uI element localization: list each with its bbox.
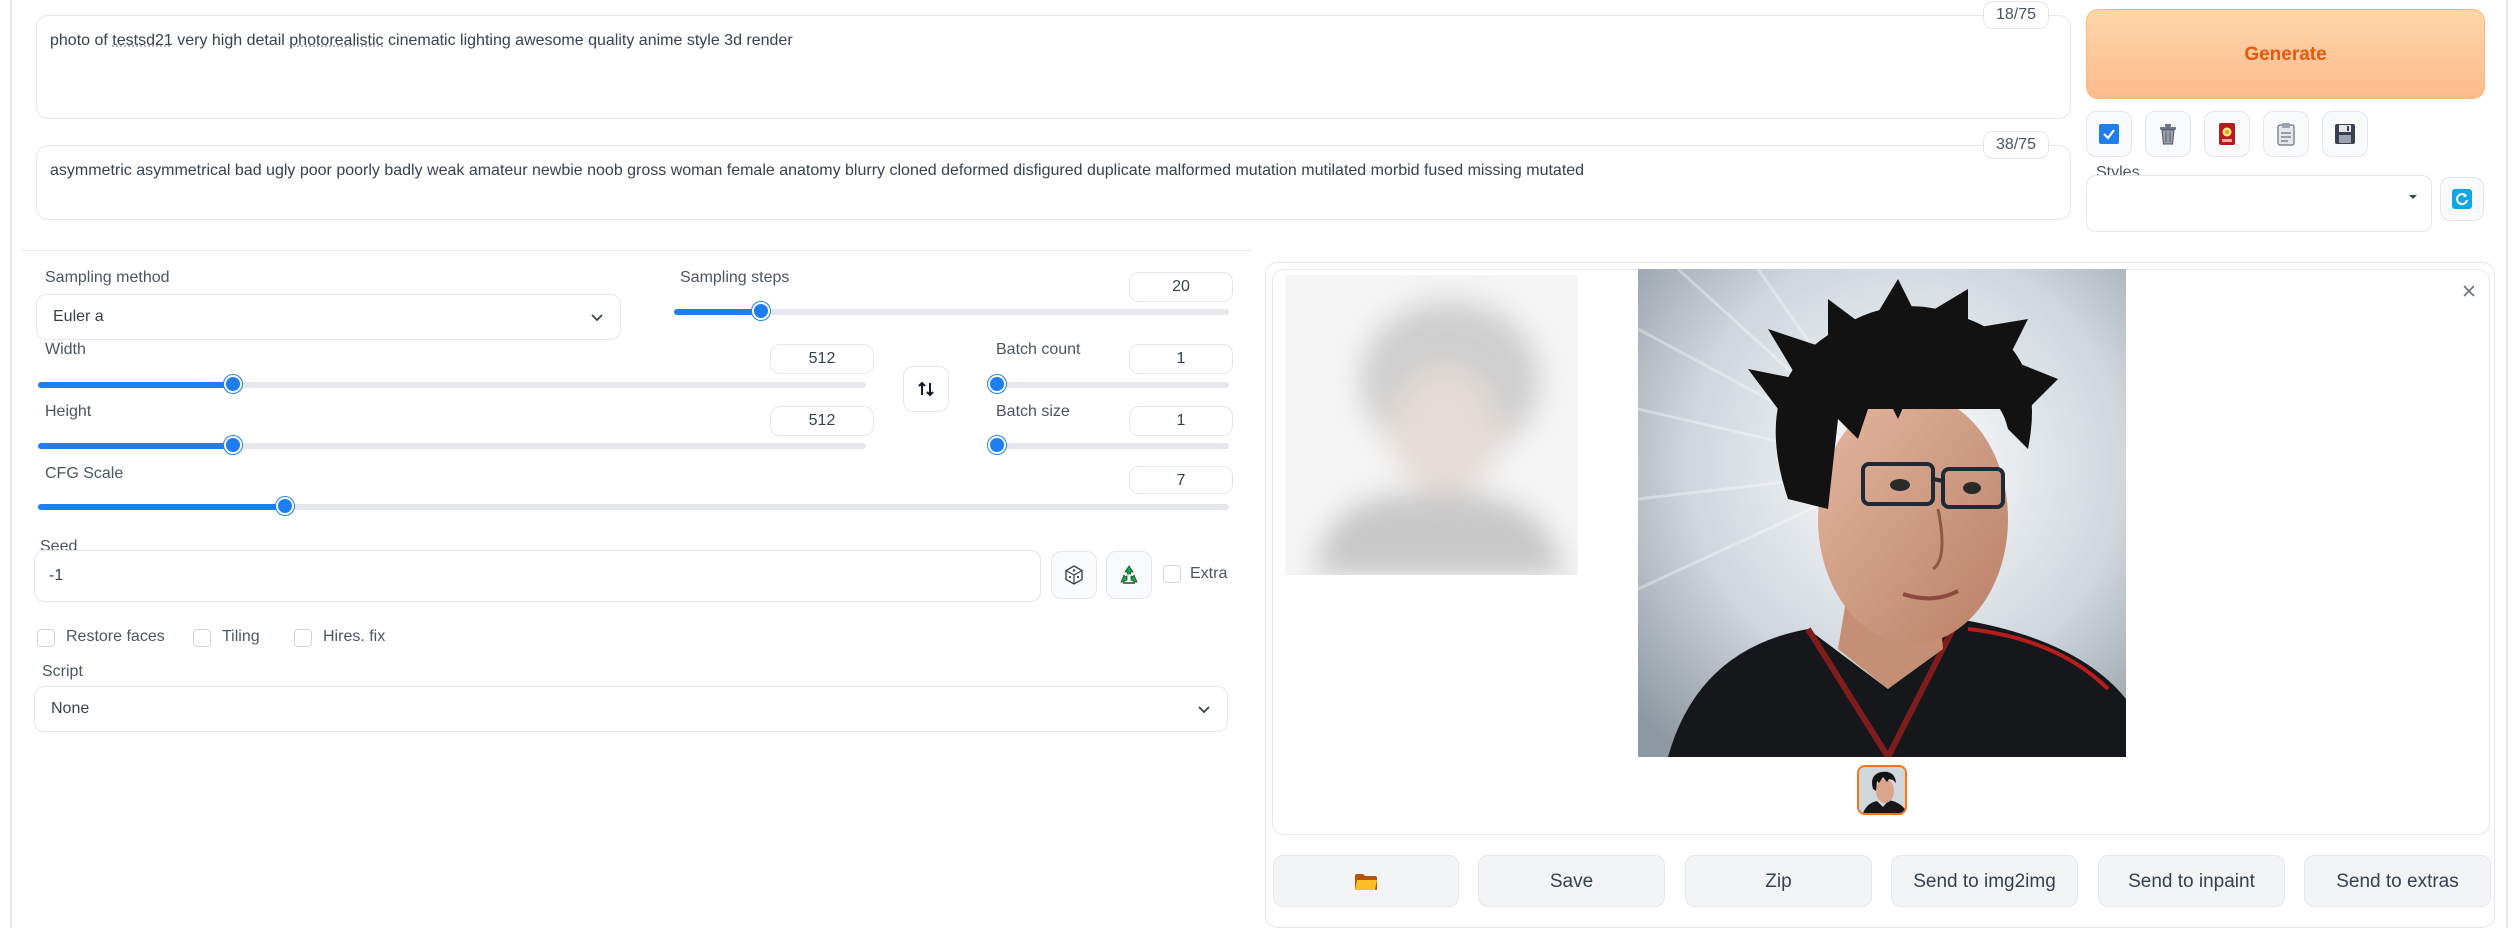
seed-extra-label: Extra — [1190, 565, 1228, 582]
script-dropdown[interactable]: None — [34, 686, 1228, 732]
restore-faces-label: Restore faces — [66, 628, 165, 645]
sampling-method-value: Euler a — [53, 308, 104, 325]
close-icon — [2463, 285, 2475, 297]
slider-thumb[interactable] — [223, 375, 242, 393]
swap-arrows-icon — [918, 381, 934, 397]
chevron-down-icon — [2409, 195, 2417, 199]
chevron-down-icon — [591, 314, 603, 322]
refresh-icon — [2452, 189, 2472, 209]
sampling-steps-label: Sampling steps — [680, 269, 790, 286]
height-label: Height — [45, 403, 92, 420]
width-input[interactable]: 512 — [770, 344, 874, 374]
dice-icon — [1065, 565, 1083, 585]
close-image-button[interactable] — [2461, 283, 2477, 299]
slider-fill — [38, 504, 285, 510]
prompt-token-counter: 18/75 — [1983, 1, 2049, 29]
slider-thumb[interactable] — [988, 375, 1006, 393]
chevron-down-icon — [1198, 706, 1210, 714]
send-to-extras-button[interactable]: Send to extras — [2304, 855, 2491, 907]
prompt-text-segment: cinematic lighting awesome quality anime… — [383, 32, 793, 49]
seed-extra-checkbox[interactable] — [1163, 565, 1181, 583]
sampling-steps-input[interactable]: 20 — [1129, 272, 1233, 302]
slider-track[interactable] — [38, 443, 866, 449]
slider-thumb[interactable] — [275, 497, 294, 515]
negative-prompt-text: asymmetric asymmetrical bad ugly poor po… — [50, 162, 1585, 179]
generated-image[interactable] — [1638, 269, 2126, 757]
prompt-highlighted-word: testsd21 — [112, 32, 173, 49]
sampling-steps-slider[interactable] — [674, 302, 1229, 322]
slider-thumb[interactable] — [223, 436, 242, 454]
paste-style-button[interactable] — [2263, 111, 2309, 157]
left-frame-border — [10, 0, 12, 928]
batch-size-label: Batch size — [996, 403, 1070, 420]
batch-size-slider[interactable] — [988, 436, 1229, 456]
refresh-styles-button[interactable] — [2440, 177, 2484, 221]
styles-dropdown[interactable] — [2086, 175, 2432, 232]
zip-button[interactable]: Zip — [1685, 855, 1872, 907]
batch-count-label: Batch count — [996, 341, 1081, 358]
right-frame-border — [2506, 0, 2508, 928]
gallery-thumbnail[interactable] — [1857, 765, 1907, 815]
slider-thumb[interactable] — [988, 436, 1006, 454]
prompt-text-segment: photo of — [50, 32, 113, 49]
apply-style-button[interactable] — [2086, 111, 2132, 157]
seed-value: -1 — [49, 567, 64, 584]
height-input[interactable]: 512 — [770, 406, 874, 436]
width-slider[interactable] — [38, 375, 866, 395]
slider-fill — [674, 309, 762, 315]
slider-thumb[interactable] — [752, 302, 771, 320]
sampling-method-label: Sampling method — [45, 269, 170, 286]
prompt-textarea[interactable]: photo of testsd21 very high detail photo… — [36, 15, 2071, 119]
flower-card-icon — [2219, 123, 2235, 145]
clipboard-icon — [2277, 123, 2295, 146]
generate-button[interactable]: Generate — [2086, 9, 2485, 99]
slider-track[interactable] — [988, 443, 1229, 449]
folder-icon — [1355, 873, 1377, 890]
width-label: Width — [45, 341, 86, 358]
cfg-scale-input[interactable]: 7 — [1129, 466, 1233, 494]
batch-count-slider[interactable] — [988, 375, 1229, 395]
batch-size-input[interactable]: 1 — [1129, 406, 1233, 436]
batch-count-input[interactable]: 1 — [1129, 344, 1233, 374]
send-to-img2img-button[interactable]: Send to img2img — [1891, 855, 2078, 907]
prompt-text: photo of testsd21 very high detail photo… — [50, 32, 793, 49]
random-seed-button[interactable] — [1051, 551, 1097, 599]
slider-fill — [38, 443, 233, 449]
floppy-disk-icon — [2335, 124, 2355, 144]
slider-track[interactable] — [38, 382, 866, 388]
slider-track[interactable] — [988, 382, 1229, 388]
cfg-scale-label: CFG Scale — [45, 465, 124, 482]
send-to-inpaint-button[interactable]: Send to inpaint — [2098, 855, 2285, 907]
trash-icon — [2160, 124, 2176, 145]
tiling-checkbox[interactable] — [193, 629, 211, 647]
blurred-preview-image — [1285, 275, 1578, 575]
sampling-method-dropdown[interactable]: Euler a — [36, 294, 621, 340]
tiling-label: Tiling — [222, 628, 260, 645]
save-style-button[interactable] — [2322, 111, 2368, 157]
cfg-scale-slider[interactable] — [38, 497, 1229, 517]
prompt-highlighted-word: photorealistic — [289, 32, 384, 49]
hires-fix-checkbox[interactable] — [294, 629, 312, 647]
prompt-text-segment: very high detail — [172, 32, 290, 49]
slider-track[interactable] — [38, 504, 1229, 510]
open-folder-button[interactable] — [1273, 855, 1459, 907]
seed-input[interactable]: -1 — [34, 550, 1041, 602]
negative-prompt-token-counter: 38/75 — [1983, 131, 2049, 159]
restore-faces-checkbox[interactable] — [37, 629, 55, 647]
script-label: Script — [42, 663, 83, 680]
reuse-seed-button[interactable] — [1106, 551, 1152, 599]
recycle-icon — [1120, 565, 1138, 584]
swap-dimensions-button[interactable] — [903, 366, 949, 412]
script-value: None — [51, 700, 90, 717]
show-extra-networks-button[interactable] — [2204, 111, 2250, 157]
save-image-button[interactable]: Save — [1478, 855, 1665, 907]
clear-prompt-button[interactable] — [2145, 111, 2191, 157]
negative-prompt-textarea[interactable]: asymmetric asymmetrical bad ugly poor po… — [36, 145, 2071, 220]
slider-fill — [38, 382, 233, 388]
height-slider[interactable] — [38, 436, 866, 456]
checkbox-check-icon — [2099, 124, 2119, 144]
hires-fix-label: Hires. fix — [323, 628, 386, 645]
